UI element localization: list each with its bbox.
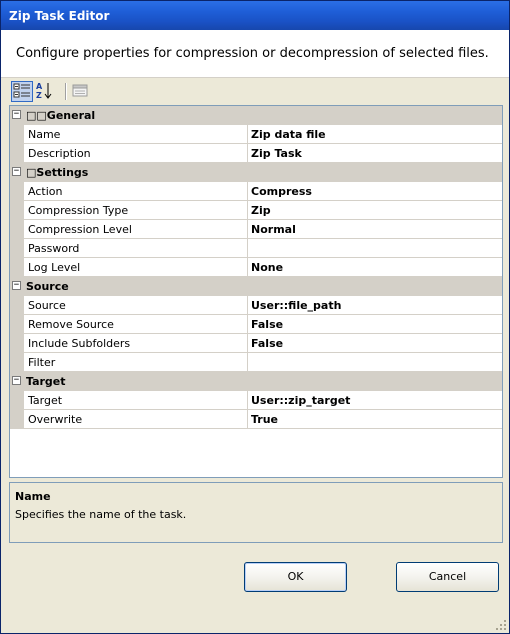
property-row-log-level[interactable]: Log Level None bbox=[10, 258, 502, 277]
property-row-target[interactable]: Target User::zip_target bbox=[10, 391, 502, 410]
property-grid[interactable]: − □□General Name Zip data file Descripti… bbox=[9, 105, 503, 478]
categorized-icon bbox=[13, 83, 30, 98]
category-label: □Settings bbox=[26, 166, 89, 179]
property-row-name[interactable]: Name Zip data file bbox=[10, 125, 502, 144]
property-name: Name bbox=[24, 125, 248, 144]
row-gutter bbox=[10, 296, 24, 315]
row-gutter bbox=[10, 220, 24, 239]
property-row-remove-source[interactable]: Remove Source False bbox=[10, 315, 502, 334]
property-value[interactable]: False bbox=[248, 334, 502, 353]
ok-button[interactable]: OK bbox=[244, 562, 347, 592]
property-name: Action bbox=[24, 182, 248, 201]
sort-az-icon: A Z bbox=[36, 82, 52, 100]
property-value[interactable]: Zip bbox=[248, 201, 502, 220]
row-gutter bbox=[10, 144, 24, 163]
category-settings[interactable]: − □Settings bbox=[10, 163, 502, 182]
property-value[interactable] bbox=[248, 353, 502, 372]
dialog-header: Configure properties for compression or … bbox=[1, 30, 509, 78]
property-name: Overwrite bbox=[24, 410, 248, 429]
property-name: Filter bbox=[24, 353, 248, 372]
collapse-icon[interactable]: − bbox=[12, 281, 21, 290]
property-value[interactable]: False bbox=[248, 315, 502, 334]
svg-text:Z: Z bbox=[36, 91, 42, 100]
row-gutter bbox=[10, 201, 24, 220]
property-pages-icon bbox=[72, 84, 88, 97]
row-gutter bbox=[10, 353, 24, 372]
property-name: Remove Source bbox=[24, 315, 248, 334]
collapse-icon[interactable]: − bbox=[12, 110, 21, 119]
row-gutter bbox=[10, 125, 24, 144]
row-gutter bbox=[10, 182, 24, 201]
property-row-filter[interactable]: Filter bbox=[10, 353, 502, 372]
property-row-include-subfolders[interactable]: Include Subfolders False bbox=[10, 334, 502, 353]
dialog-description: Configure properties for compression or … bbox=[16, 46, 489, 61]
title-bar[interactable]: Zip Task Editor bbox=[1, 1, 509, 30]
row-gutter bbox=[10, 258, 24, 277]
toolbar-separator bbox=[65, 83, 67, 100]
row-gutter bbox=[10, 334, 24, 353]
help-text: Specifies the name of the task. bbox=[15, 508, 187, 521]
help-panel: Name Specifies the name of the task. bbox=[9, 482, 503, 543]
property-row-compression-level[interactable]: Compression Level Normal bbox=[10, 220, 502, 239]
property-name: Log Level bbox=[24, 258, 248, 277]
zip-task-editor-window: Zip Task Editor Configure properties for… bbox=[0, 0, 510, 634]
category-target[interactable]: − Target bbox=[10, 372, 502, 391]
svg-text:A: A bbox=[36, 82, 43, 91]
property-name: Compression Level bbox=[24, 220, 248, 239]
property-value[interactable]: User::zip_target bbox=[248, 391, 502, 410]
cancel-button[interactable]: Cancel bbox=[396, 562, 499, 592]
window-title: Zip Task Editor bbox=[9, 9, 110, 23]
collapse-icon[interactable]: − bbox=[12, 376, 21, 385]
property-value[interactable]: None bbox=[248, 258, 502, 277]
property-row-password[interactable]: Password bbox=[10, 239, 502, 258]
property-value[interactable]: Zip data file bbox=[248, 125, 502, 144]
row-gutter bbox=[10, 410, 24, 429]
help-title: Name bbox=[15, 490, 51, 503]
property-name: Password bbox=[24, 239, 248, 258]
property-value[interactable]: True bbox=[248, 410, 502, 429]
resize-grip-icon[interactable] bbox=[496, 620, 507, 631]
property-row-source[interactable]: Source User::file_path bbox=[10, 296, 502, 315]
property-row-overwrite[interactable]: Overwrite True bbox=[10, 410, 502, 429]
property-name: Include Subfolders bbox=[24, 334, 248, 353]
category-label: Source bbox=[26, 280, 69, 293]
property-grid-toolbar: A Z bbox=[9, 80, 503, 104]
property-value[interactable]: Normal bbox=[248, 220, 502, 239]
property-row-compression-type[interactable]: Compression Type Zip bbox=[10, 201, 502, 220]
property-value[interactable]: User::file_path bbox=[248, 296, 502, 315]
categorized-view-button[interactable] bbox=[11, 81, 33, 102]
row-gutter bbox=[10, 315, 24, 334]
property-name: Description bbox=[24, 144, 248, 163]
alphabetical-sort-button[interactable]: A Z bbox=[34, 81, 56, 102]
property-name: Target bbox=[24, 391, 248, 410]
property-pages-button[interactable] bbox=[70, 81, 92, 102]
category-label: □□General bbox=[26, 109, 96, 122]
property-value[interactable]: Zip Task bbox=[248, 144, 502, 163]
property-name: Compression Type bbox=[24, 201, 248, 220]
collapse-icon[interactable]: − bbox=[12, 167, 21, 176]
category-source[interactable]: − Source bbox=[10, 277, 502, 296]
row-gutter bbox=[10, 239, 24, 258]
row-gutter bbox=[10, 391, 24, 410]
property-value[interactable] bbox=[248, 239, 502, 258]
property-value[interactable]: Compress bbox=[248, 182, 502, 201]
category-label: Target bbox=[26, 375, 66, 388]
property-row-action[interactable]: Action Compress bbox=[10, 182, 502, 201]
property-name: Source bbox=[24, 296, 248, 315]
category-general[interactable]: − □□General bbox=[10, 106, 502, 125]
property-row-description[interactable]: Description Zip Task bbox=[10, 144, 502, 163]
